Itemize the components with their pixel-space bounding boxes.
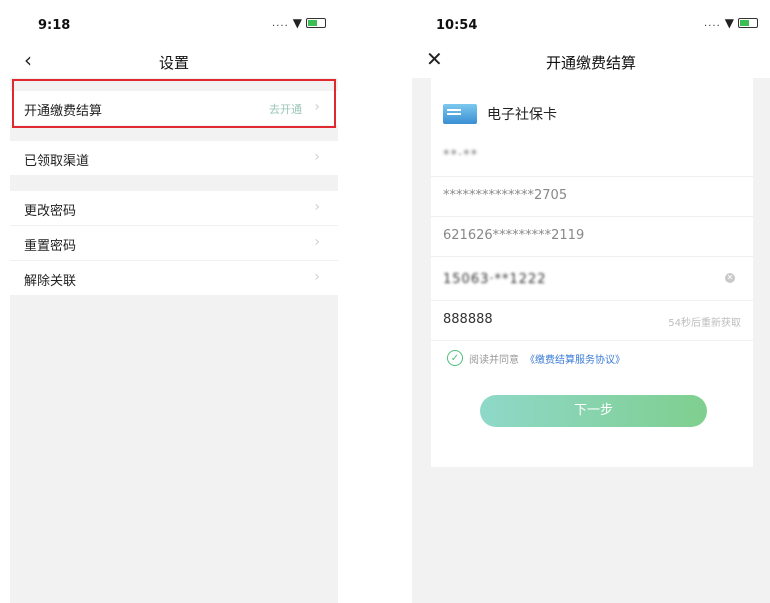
signal-icon: ....	[704, 17, 721, 29]
settings-row-received-channel[interactable]: 已领取渠道 ›	[10, 141, 338, 175]
nav-bar: ‹ 设置	[10, 44, 338, 78]
bank-card-field: 621626*********2119	[431, 216, 753, 257]
name-field: **·**	[431, 136, 753, 177]
wifi-icon: ▼	[724, 16, 734, 30]
id-number-field: **************2705	[431, 176, 753, 217]
chevron-right-icon: ›	[314, 234, 320, 250]
nav-bar: ✕ 开通缴费结算	[412, 44, 770, 78]
wifi-icon: ▼	[292, 16, 302, 30]
settings-screen: 9:18 .... ▼ ‹ 设置 开通缴费结算 去开通 › 已领取渠道 › 更改…	[10, 0, 338, 603]
settings-row-unlink[interactable]: 解除关联 ›	[10, 261, 338, 295]
name-value: **·**	[443, 148, 479, 163]
card-title: 电子社保卡	[487, 107, 557, 123]
clear-icon[interactable]: ✕	[725, 273, 735, 283]
sms-code-value: 888888	[443, 312, 493, 327]
page-title: 设置	[158, 54, 189, 72]
row-label: 更改密码	[24, 204, 77, 219]
agreement-link[interactable]: 《缴费结算服务协议》	[525, 351, 625, 366]
next-button[interactable]: 下一步	[480, 395, 707, 427]
status-time: 10:54	[436, 18, 478, 33]
sms-resend-countdown[interactable]: 54秒后重新获取	[668, 314, 741, 329]
chevron-right-icon: ›	[314, 199, 320, 215]
agreement-text: 阅读并同意	[469, 354, 519, 366]
highlight-box	[12, 79, 336, 128]
battery-icon	[738, 18, 758, 28]
chevron-right-icon: ›	[314, 149, 320, 165]
row-label: 解除关联	[24, 274, 77, 289]
settings-group-channel: 已领取渠道 ›	[10, 141, 338, 175]
settings-row-reset-password[interactable]: 重置密码 ›	[10, 226, 338, 261]
agreement-row: ✓ 阅读并同意 《缴费结算服务协议》	[447, 350, 625, 366]
bank-card-value: 621626*********2119	[443, 228, 585, 243]
status-icons: .... ▼	[704, 16, 758, 30]
battery-icon	[306, 18, 326, 28]
signal-icon: ....	[272, 17, 289, 29]
status-bar: 10:54 .... ▼	[412, 0, 770, 44]
settings-row-change-password[interactable]: 更改密码 ›	[10, 191, 338, 226]
settings-group-password: 更改密码 › 重置密码 › 解除关联 ›	[10, 191, 338, 295]
phone-field[interactable]: 15063·**1222 ✕	[431, 260, 753, 301]
page-title: 开通缴费结算	[545, 54, 636, 72]
status-time: 9:18	[38, 18, 71, 33]
social-security-card-icon	[443, 104, 477, 124]
row-label: 重置密码	[24, 239, 77, 254]
check-icon[interactable]: ✓	[447, 350, 463, 366]
open-payment-screen: 10:54 .... ▼ ✕ 开通缴费结算 电子社保卡 **·** ******…	[412, 0, 770, 603]
status-icons: .... ▼	[272, 16, 326, 30]
chevron-right-icon: ›	[314, 269, 320, 285]
card-header: 电子社保卡	[443, 104, 557, 124]
phone-value: 15063·**1222	[443, 272, 547, 287]
id-number-value: **************2705	[443, 188, 568, 203]
status-bar: 9:18 .... ▼	[10, 0, 338, 44]
open-payment-form: 电子社保卡 **·** **************2705 621626***…	[431, 78, 753, 467]
row-label: 已领取渠道	[24, 154, 90, 169]
sms-code-field[interactable]: 888888 54秒后重新获取	[431, 300, 753, 341]
